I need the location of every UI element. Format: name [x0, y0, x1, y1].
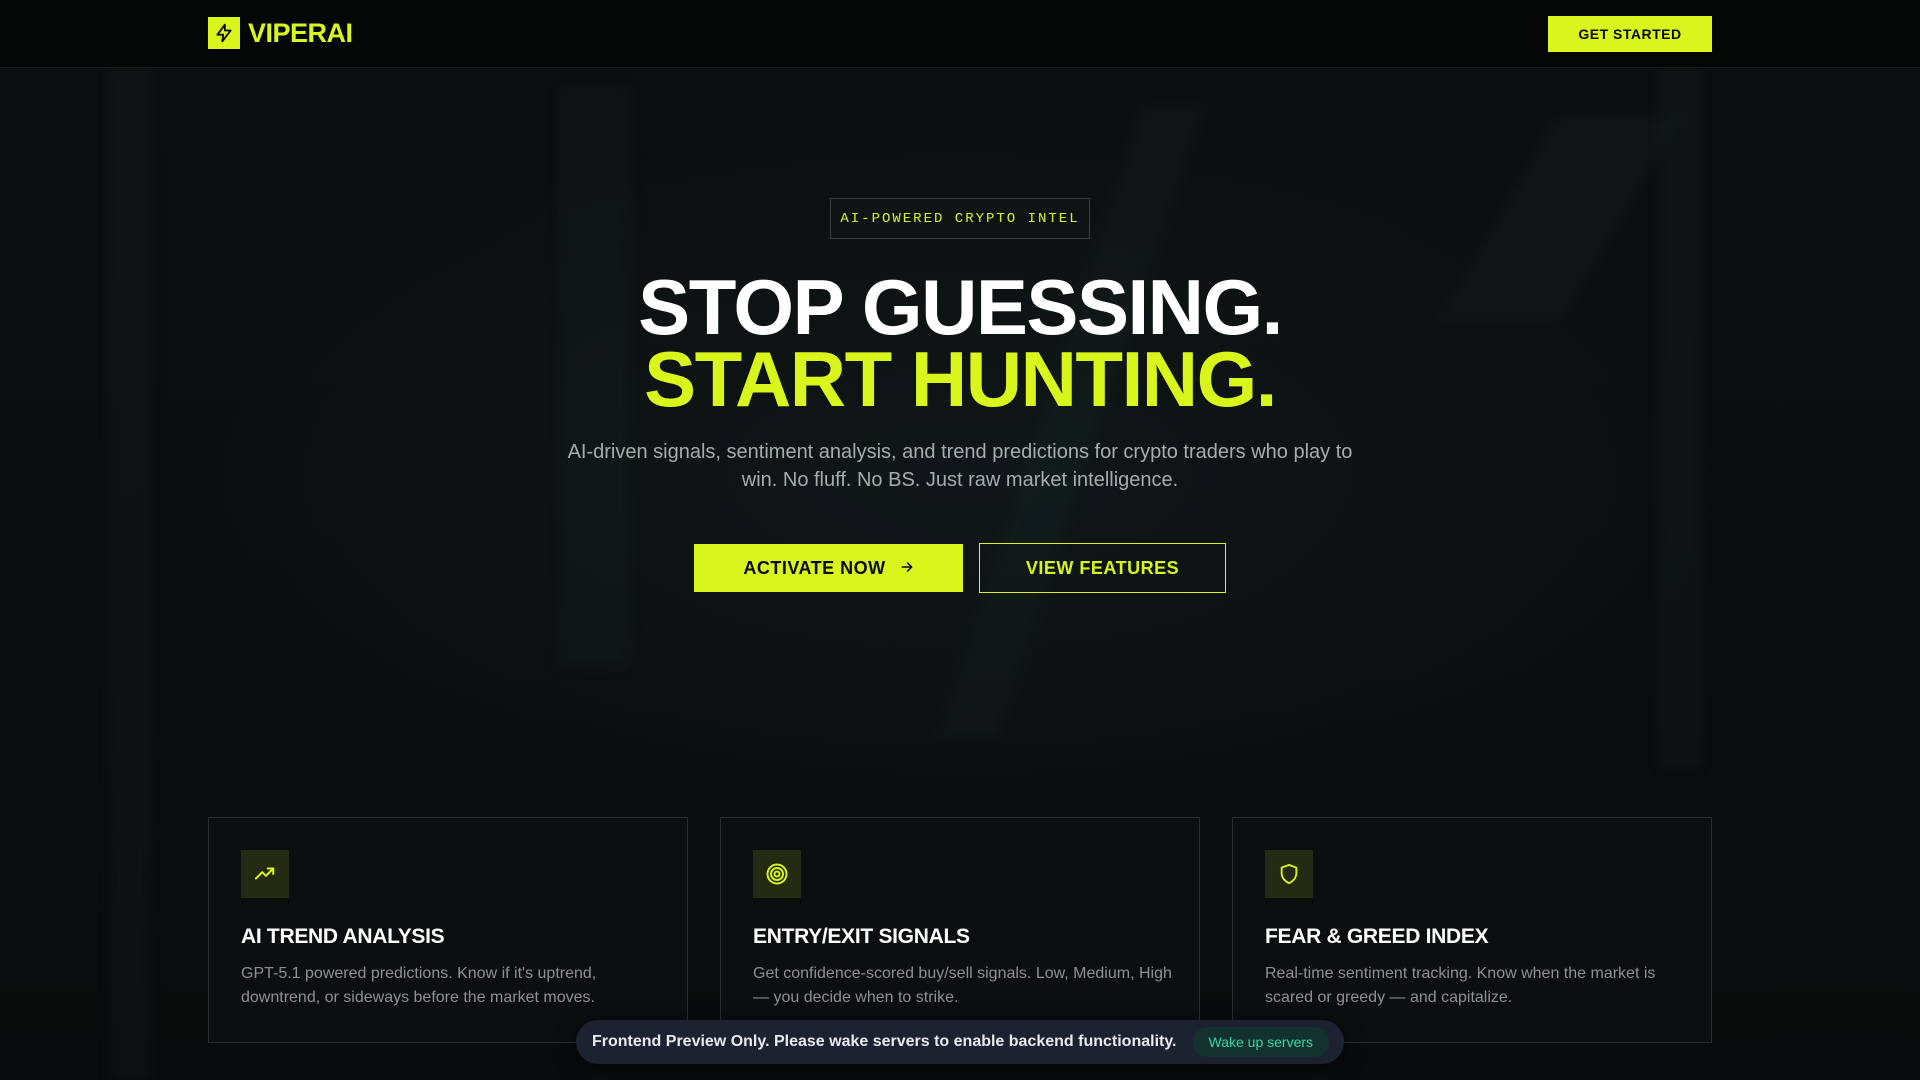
feature-card-signals: ENTRY/EXIT SIGNALS Get confidence-scored…	[720, 817, 1200, 1043]
feature-description: GPT-5.1 powered predictions. Know if it'…	[241, 965, 597, 1006]
feature-title: FEAR & GREED INDEX	[1265, 925, 1489, 948]
background-streak	[110, 68, 150, 1080]
background-streak	[1660, 68, 1700, 768]
target-icon	[753, 850, 801, 898]
lightning-icon	[208, 17, 240, 49]
logo[interactable]: VIPERAI	[208, 17, 353, 49]
wake-servers-button[interactable]: Wake up servers	[1192, 1027, 1330, 1057]
logo-text: VIPERAI	[248, 17, 353, 48]
activate-now-label: ACTIVATE NOW	[743, 557, 886, 578]
arrow-right-icon	[900, 558, 914, 579]
hero-subtitle: AI-driven signals, sentiment analysis, a…	[567, 441, 1353, 491]
shield-icon	[1265, 850, 1313, 898]
trending-up-icon	[241, 850, 289, 898]
toast-message: Frontend Preview Only. Please wake serve…	[592, 1033, 1177, 1050]
feature-description: Get confidence-scored buy/sell signals. …	[753, 965, 1172, 1006]
headline-line1: STOP GUESSING.	[638, 263, 1283, 351]
top-nav: VIPERAI GET STARTED	[0, 0, 1920, 68]
view-features-button[interactable]: VIEW FEATURES	[979, 543, 1226, 593]
feature-card-fear-greed: FEAR & GREED INDEX Real-time sentiment t…	[1232, 817, 1712, 1043]
preview-toast: Frontend Preview Only. Please wake serve…	[576, 1020, 1344, 1064]
get-started-button[interactable]: GET STARTED	[1548, 16, 1712, 52]
activate-now-button[interactable]: ACTIVATE NOW	[694, 544, 963, 592]
feature-description: Real-time sentiment tracking. Know when …	[1265, 965, 1656, 1006]
hero-badge: AI-POWERED CRYPTO INTEL	[830, 198, 1090, 239]
headline-line2: START HUNTING.	[644, 335, 1277, 423]
feature-title: AI TREND ANALYSIS	[241, 925, 445, 948]
feature-title: ENTRY/EXIT SIGNALS	[753, 925, 970, 948]
feature-card-trend: AI TREND ANALYSIS GPT-5.1 powered predic…	[208, 817, 688, 1043]
